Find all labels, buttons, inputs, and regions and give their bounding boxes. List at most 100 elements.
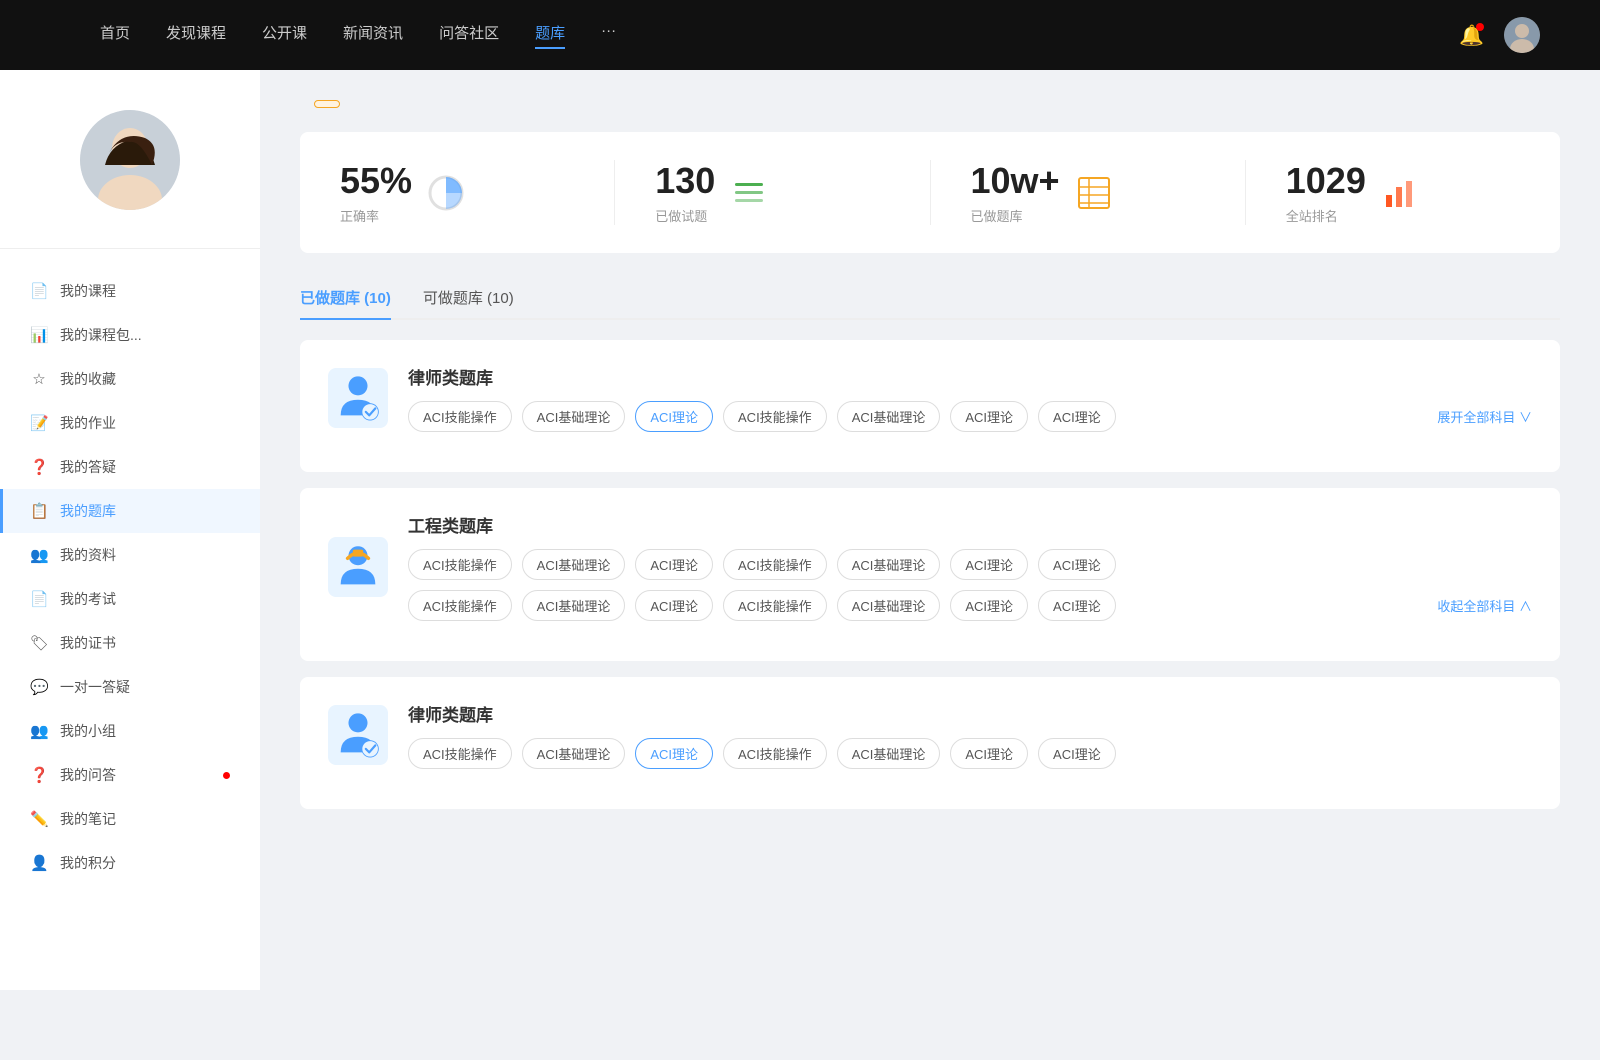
- nav-right: 🔔: [1439, 17, 1560, 53]
- sidebar-item-dot-11: [223, 772, 230, 779]
- bank-row-2-0: ACI技能操作 ACI基础理论 ACI理论 ACI技能操作 ACI基础理论 ACI理论 AC…: [408, 738, 1532, 769]
- stat-icon-0: [426, 173, 466, 213]
- stat-number-2: 10w+: [971, 160, 1060, 202]
- sidebar-item-4[interactable]: ❓我的答疑: [0, 445, 260, 489]
- navbar: 首页 发现课程 公开课 新闻资讯 问答社区 题库 ··· 🔔: [0, 0, 1600, 70]
- bank-tag-0-0-0[interactable]: ACI技能操作: [408, 401, 512, 432]
- bank-title-1: 工程类题库: [408, 512, 1532, 537]
- sidebar-item-icon-0: 📄: [30, 282, 48, 300]
- sidebar-item-0[interactable]: 📄我的课程: [0, 269, 260, 313]
- bank-content-0: 律师类题库 ACI技能操作ACI基础理论ACI理论ACI技能操作ACI基础理论A…: [408, 364, 1532, 432]
- bank-row-tags-1-0: ACI技能操作 ACI基础理论 ACI理论 ACI技能操作 ACI基础理论 ACI理论 AC…: [408, 549, 1532, 580]
- sidebar-item-12[interactable]: ✏️我的笔记: [0, 797, 260, 841]
- sidebar-item-icon-3: 📝: [30, 414, 48, 432]
- bank-tag-0-0-2[interactable]: ACI理论: [635, 401, 713, 432]
- bank-tag-2-0-6[interactable]: ACI理论: [1038, 738, 1116, 769]
- page-header: [300, 100, 1560, 108]
- bank-section-2: 律师类题库 ACI技能操作ACI基础理论ACI理论ACI技能操作ACI基础理论A…: [300, 677, 1560, 809]
- bank-tag-0-0-4[interactable]: ACI基础理论: [837, 401, 941, 432]
- nav-link-3[interactable]: 新闻资讯: [343, 22, 403, 49]
- bank-tag-1-0-5[interactable]: ACI理论: [950, 549, 1028, 580]
- bank-tag-2-0-1[interactable]: ACI基础理论: [522, 738, 626, 769]
- bank-tag-0-0-1[interactable]: ACI基础理论: [522, 401, 626, 432]
- sidebar-item-icon-12: ✏️: [30, 810, 48, 828]
- stat-number-3: 1029: [1286, 160, 1366, 202]
- tab-0[interactable]: 已做题库 (10): [300, 277, 391, 318]
- sidebar-item-icon-13: 👤: [30, 854, 48, 872]
- nav-links: 首页 发现课程 公开课 新闻资讯 问答社区 题库 ···: [100, 22, 1439, 49]
- bank-tag-1-0-0[interactable]: ACI技能操作: [408, 549, 512, 580]
- main-content: 55% 正确率 130 已做试题 10w+ 已做题库 1029 全站排名 已做题…: [260, 70, 1600, 990]
- sidebar-item-2[interactable]: ☆我的收藏: [0, 357, 260, 401]
- bank-row-tags-1-1: ACI技能操作 ACI基础理论 ACI理论 ACI技能操作 ACI基础理论 ACI理论 AC…: [408, 590, 1417, 621]
- nav-link-1[interactable]: 发现课程: [166, 22, 226, 49]
- sidebar-item-icon-8: 🏷: [30, 634, 48, 652]
- notification-dot: [1476, 23, 1484, 31]
- stat-icon-2: [1074, 173, 1114, 213]
- sidebar-item-icon-2: ☆: [30, 370, 48, 388]
- expand-btn-0-0[interactable]: 展开全部科目 ∨: [1437, 407, 1532, 426]
- stat-number-1: 130: [655, 160, 715, 202]
- bank-tag-1-1-5[interactable]: ACI理论: [950, 590, 1028, 621]
- bank-tag-1-0-2[interactable]: ACI理论: [635, 549, 713, 580]
- sidebar-item-icon-4: ❓: [30, 458, 48, 476]
- tab-1[interactable]: 可做题库 (10): [423, 277, 514, 318]
- sidebar-item-1[interactable]: 📊我的课程包...: [0, 313, 260, 357]
- nav-link-0[interactable]: 首页: [100, 22, 130, 49]
- sidebar-item-5[interactable]: 📋我的题库: [0, 489, 260, 533]
- bank-tag-2-0-0[interactable]: ACI技能操作: [408, 738, 512, 769]
- nav-link-2[interactable]: 公开课: [262, 22, 307, 49]
- bank-section-0: 律师类题库 ACI技能操作ACI基础理论ACI理论ACI技能操作ACI基础理论A…: [300, 340, 1560, 472]
- nav-link-4[interactable]: 问答社区: [439, 22, 499, 49]
- sidebar-item-8[interactable]: 🏷 我的证书: [0, 621, 260, 665]
- bank-icon-2: [328, 705, 388, 765]
- nav-link-5[interactable]: 题库: [535, 22, 565, 49]
- bank-tag-2-0-5[interactable]: ACI理论: [950, 738, 1028, 769]
- bank-row-tags-0-0: ACI技能操作 ACI基础理论 ACI理论 ACI技能操作 ACI基础理论 ACI理论 AC…: [408, 401, 1417, 432]
- sidebar-item-6[interactable]: 👥我的资料: [0, 533, 260, 577]
- sidebar-item-11[interactable]: ❓我的问答: [0, 753, 260, 797]
- stats-bar: 55% 正确率 130 已做试题 10w+ 已做题库 1029 全站排名: [300, 132, 1560, 253]
- collapse-btn-1-1[interactable]: 收起全部科目 ∧: [1437, 596, 1532, 615]
- notification-bell[interactable]: 🔔: [1459, 23, 1484, 48]
- sidebar-item-label-6: 我的资料: [60, 545, 230, 565]
- bank-title-0: 律师类题库: [408, 364, 1532, 389]
- bank-row-0-0: ACI技能操作 ACI基础理论 ACI理论 ACI技能操作 ACI基础理论 ACI理论 AC…: [408, 401, 1532, 432]
- bank-tag-0-0-3[interactable]: ACI技能操作: [723, 401, 827, 432]
- bank-tag-1-0-4[interactable]: ACI基础理论: [837, 549, 941, 580]
- sidebar-item-label-8: 我的证书: [60, 633, 230, 653]
- sidebar-menu: 📄我的课程📊我的课程包...☆我的收藏📝我的作业❓我的答疑📋我的题库👥我的资料📄…: [0, 259, 260, 895]
- bank-tag-2-0-4[interactable]: ACI基础理论: [837, 738, 941, 769]
- sidebar-item-10[interactable]: 👥 我的小组: [0, 709, 260, 753]
- sidebar-item-label-5: 我的题库: [60, 501, 230, 521]
- bank-tag-1-0-6[interactable]: ACI理论: [1038, 549, 1116, 580]
- bank-tag-1-1-6[interactable]: ACI理论: [1038, 590, 1116, 621]
- stat-icon-1: [729, 173, 769, 213]
- bank-tag-0-0-6[interactable]: ACI理论: [1038, 401, 1116, 432]
- sidebar-item-9[interactable]: 💬一对一答疑: [0, 665, 260, 709]
- sidebar-item-3[interactable]: 📝我的作业: [0, 401, 260, 445]
- sidebar-item-icon-1: 📊: [30, 326, 48, 344]
- bank-tag-1-1-1[interactable]: ACI基础理论: [522, 590, 626, 621]
- bank-tag-1-0-3[interactable]: ACI技能操作: [723, 549, 827, 580]
- bank-tag-1-1-2[interactable]: ACI理论: [635, 590, 713, 621]
- bank-tag-2-0-3[interactable]: ACI技能操作: [723, 738, 827, 769]
- bank-tag-2-0-2[interactable]: ACI理论: [635, 738, 713, 769]
- nav-link-6[interactable]: ···: [601, 22, 616, 49]
- bank-tag-1-1-0[interactable]: ACI技能操作: [408, 590, 512, 621]
- sidebar-item-7[interactable]: 📄我的考试: [0, 577, 260, 621]
- stat-item-0: 55% 正确率: [340, 160, 615, 225]
- bank-tag-1-0-1[interactable]: ACI基础理论: [522, 549, 626, 580]
- bank-header-1: 工程类题库 ACI技能操作ACI基础理论ACI理论ACI技能操作ACI基础理论A…: [328, 512, 1532, 621]
- sidebar-item-label-10: 我的小组: [60, 721, 230, 741]
- bank-title-2: 律师类题库: [408, 701, 1532, 726]
- avatar[interactable]: [1504, 17, 1540, 53]
- sidebar-item-13[interactable]: 👤我的积分: [0, 841, 260, 885]
- sidebar-item-icon-10: 👥: [30, 722, 48, 740]
- bank-tag-1-1-4[interactable]: ACI基础理论: [837, 590, 941, 621]
- bank-sections: 律师类题库 ACI技能操作ACI基础理论ACI理论ACI技能操作ACI基础理论A…: [300, 340, 1560, 809]
- bank-tag-1-1-3[interactable]: ACI技能操作: [723, 590, 827, 621]
- stat-label-2: 已做题库: [971, 206, 1060, 225]
- main-layout: 📄我的课程📊我的课程包...☆我的收藏📝我的作业❓我的答疑📋我的题库👥我的资料📄…: [0, 70, 1600, 990]
- bank-tag-0-0-5[interactable]: ACI理论: [950, 401, 1028, 432]
